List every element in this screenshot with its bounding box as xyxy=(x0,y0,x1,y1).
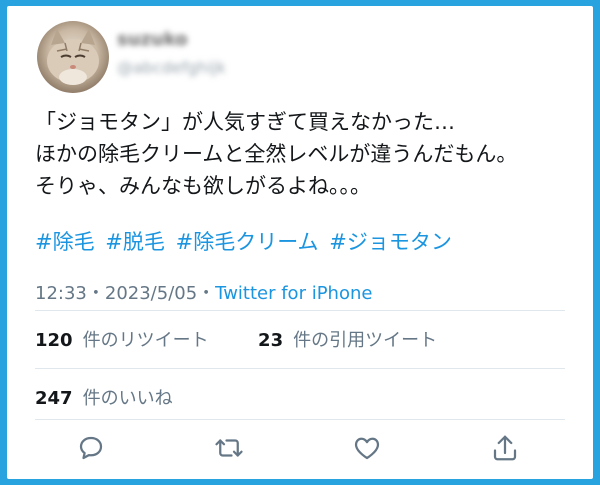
retweet-icon xyxy=(215,439,243,457)
hashtag-list: #除毛 #脱毛 #除毛クリーム #ジョモタン xyxy=(35,226,456,258)
hashtag-link[interactable]: #脱毛 xyxy=(105,230,165,254)
likes-row: 247 件のいいね xyxy=(35,384,173,410)
hashtag-link[interactable]: #除毛クリーム xyxy=(176,230,319,254)
likes-stat[interactable]: 247 件のいいね xyxy=(35,388,173,409)
reply-icon xyxy=(79,436,103,460)
divider xyxy=(35,419,565,420)
tweet-line: 「ジョモタン」が人気すぎて買えなかった… xyxy=(35,110,455,134)
tweet-source-link[interactable]: Twitter for iPhone xyxy=(215,283,372,304)
quotes-label: 件の引用ツイート xyxy=(293,330,438,351)
stats-row: 120 件のリツイート 23 件の引用ツイート xyxy=(35,326,437,352)
divider xyxy=(35,310,565,311)
tweet-meta: 12:33・2023/5/05・Twitter for iPhone xyxy=(35,279,372,305)
retweets-count: 120 xyxy=(35,330,73,351)
avatar[interactable] xyxy=(37,21,109,93)
hashtag-link[interactable]: #ジョモタン xyxy=(329,230,452,254)
tweet-time[interactable]: 12:33 xyxy=(35,283,87,304)
likes-label: 件のいいね xyxy=(82,388,173,409)
hashtag-link[interactable]: #除毛 xyxy=(35,230,95,254)
user-handle[interactable]: @abcdefghijk xyxy=(117,58,226,77)
share-icon xyxy=(493,435,517,461)
tweet-date[interactable]: 2023/5/05 xyxy=(105,283,197,304)
tweet-line: ほかの除毛クリームと全然レベルが違うんだもん。 xyxy=(35,142,518,166)
user-name[interactable]: suzuko xyxy=(117,29,188,50)
tweet-card: suzuko @abcdefghijk 「ジョモタン」が人気すぎて買えなかった…… xyxy=(7,6,593,479)
reply-button[interactable] xyxy=(71,428,111,468)
quotes-count: 23 xyxy=(258,330,284,351)
tweet-line: そりゃ、みんなも欲しがるよね。。。 xyxy=(35,174,371,198)
share-button[interactable] xyxy=(485,428,525,468)
likes-count: 247 xyxy=(35,388,73,409)
meta-separator: ・ xyxy=(197,283,216,304)
quotes-stat[interactable]: 23 件の引用ツイート xyxy=(258,330,437,351)
retweets-stat[interactable]: 120 件のリツイート xyxy=(35,330,209,351)
like-icon xyxy=(354,437,380,460)
tweet-text: 「ジョモタン」が人気すぎて買えなかった… ほかの除毛クリームと全然レベルが違うん… xyxy=(35,106,580,202)
action-bar xyxy=(7,426,593,478)
meta-separator: ・ xyxy=(86,283,105,304)
retweets-label: 件のリツイート xyxy=(82,330,209,351)
retweet-button[interactable] xyxy=(209,428,249,468)
divider xyxy=(35,368,565,369)
like-button[interactable] xyxy=(347,428,387,468)
